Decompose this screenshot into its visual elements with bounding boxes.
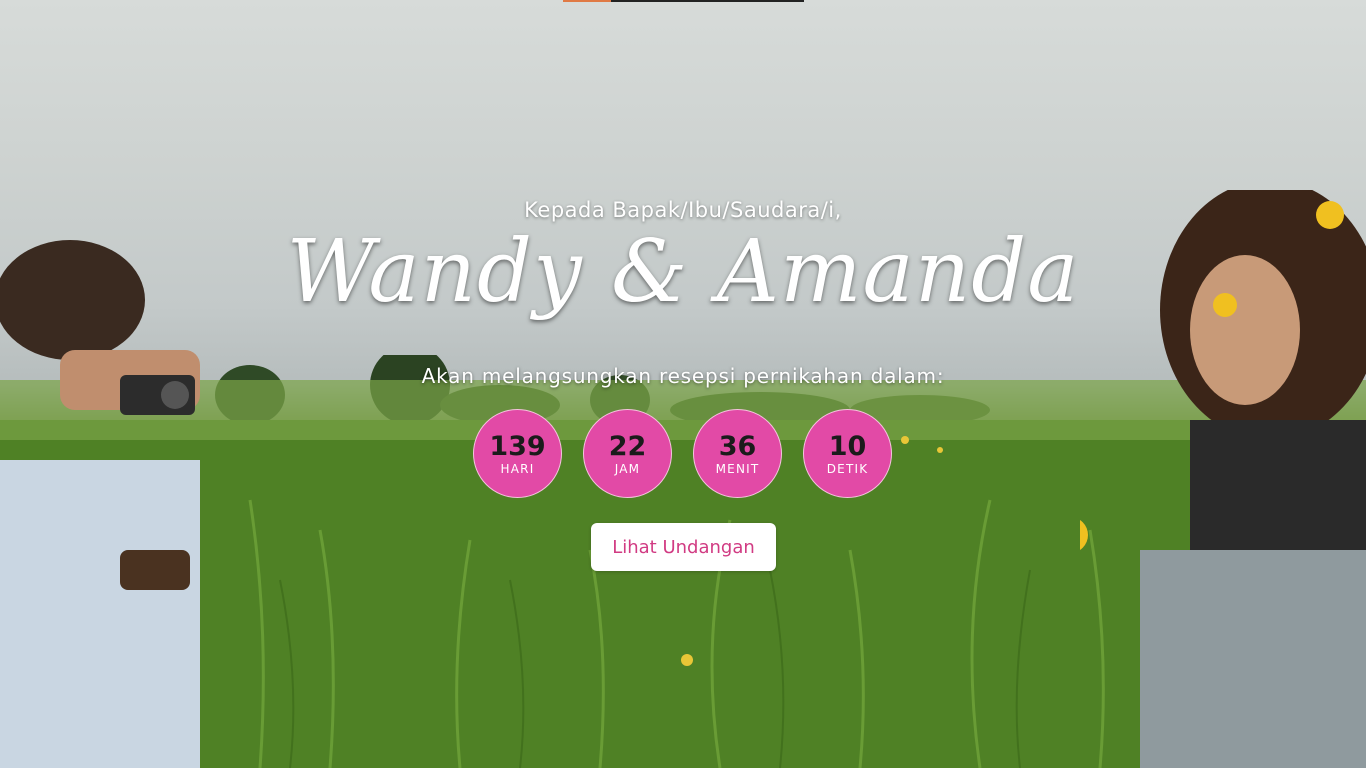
top-progress-bar: [563, 0, 804, 2]
couple-names-title: Wandy & Amanda: [286, 222, 1080, 322]
view-invitation-button[interactable]: Lihat Undangan: [591, 523, 776, 571]
countdown-minutes: 36 MENIT: [693, 409, 782, 498]
countdown-timer: 139 HARI 22 JAM 36 MENIT 10 DETIK: [473, 409, 893, 499]
countdown-minutes-label: MENIT: [715, 461, 760, 476]
event-subtitle: Akan melangsungkan resepsi pernikahan da…: [421, 364, 945, 388]
countdown-minutes-value: 36: [718, 430, 757, 462]
countdown-seconds-value: 10: [828, 430, 867, 462]
countdown-seconds-label: DETIK: [826, 461, 869, 476]
countdown-hours: 22 JAM: [583, 409, 672, 498]
countdown-hours-value: 22: [608, 430, 647, 462]
top-progress-accent: [563, 0, 611, 2]
countdown-seconds: 10 DETIK: [803, 409, 892, 498]
greeting-text: Kepada Bapak/Ibu/Saudara/i,: [524, 198, 842, 222]
countdown-days: 139 HARI: [473, 409, 562, 498]
countdown-days-label: HARI: [500, 461, 535, 476]
hero-section: Kepada Bapak/Ibu/Saudara/i, Wandy & Aman…: [0, 0, 1366, 768]
countdown-days-value: 139: [489, 430, 546, 462]
countdown-hours-label: JAM: [614, 461, 641, 476]
